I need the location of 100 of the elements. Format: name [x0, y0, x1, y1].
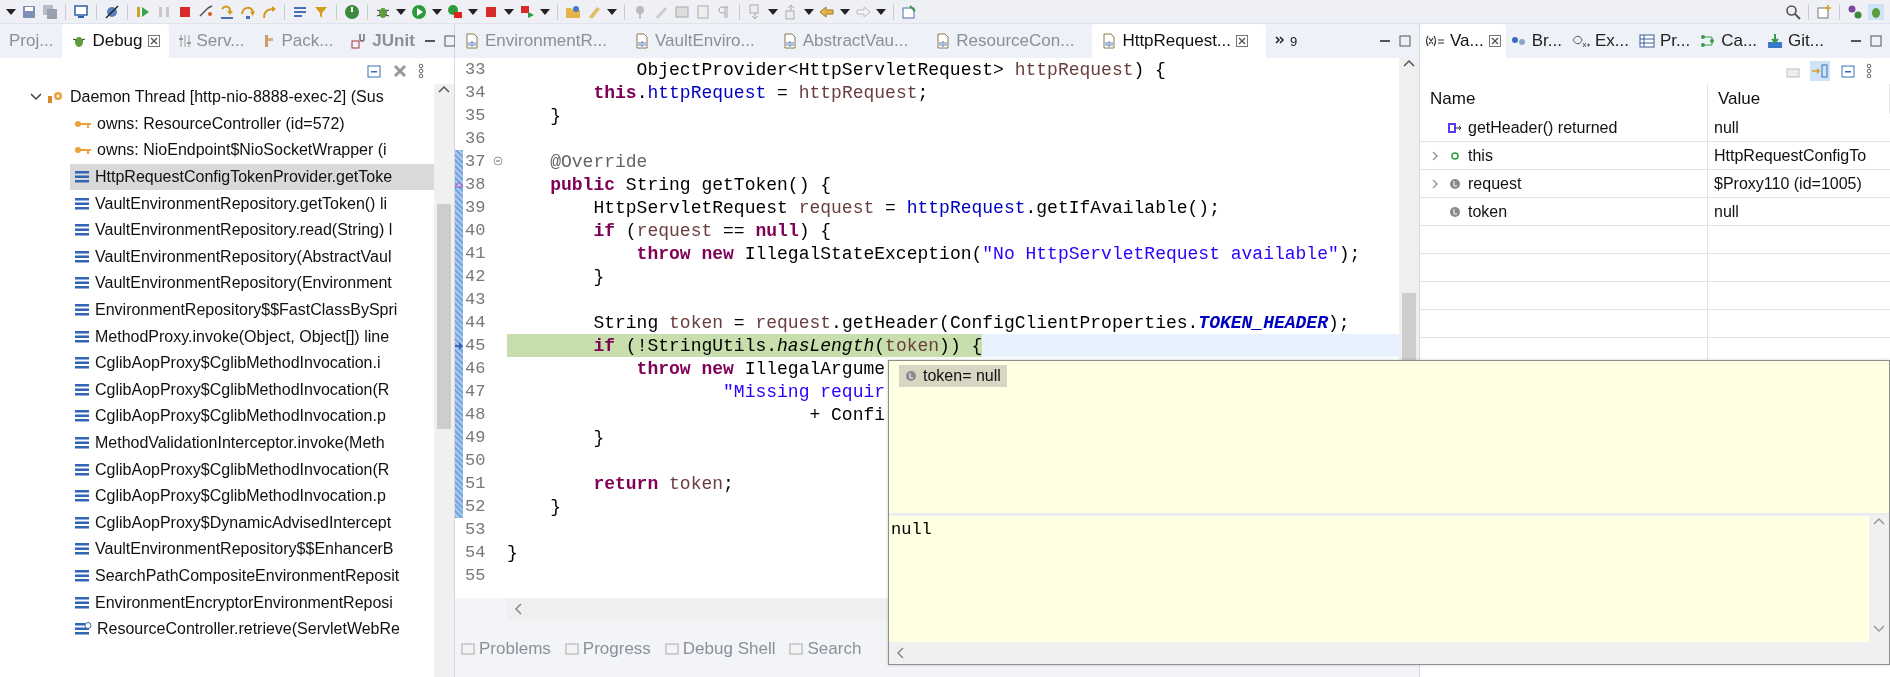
more-tabs-button[interactable]: 9 [1266, 24, 1307, 58]
caret-icon[interactable] [840, 8, 850, 15]
view-tab[interactable]: Va... [1420, 24, 1506, 58]
java-file-icon [1101, 33, 1118, 49]
back-icon[interactable] [819, 3, 835, 20]
chevron-right-icon[interactable] [1430, 178, 1440, 189]
view-tab[interactable]: Br... [1505, 24, 1567, 58]
collapse-all-icon[interactable] [366, 63, 382, 79]
caret-icon[interactable] [504, 8, 514, 15]
variable-row[interactable]: request $Proxy110 (id=1005) [1420, 170, 1890, 198]
skip-breakpoints-icon[interactable] [104, 3, 120, 20]
stack-frame-item[interactable]: CglibAopProxy$CglibMethodInvocation(R [70, 376, 434, 404]
view-tab[interactable]: Debug [62, 24, 169, 58]
stack-frame-icon [74, 303, 90, 318]
variable-row[interactable]: getHeader() returned null [1420, 114, 1890, 142]
code-line: throw new IllegalStateException("No HttpServletRequest available"); [635, 242, 1361, 265]
stack-frame-item[interactable]: CglibAopProxy$CglibMethodInvocation(R [70, 456, 434, 483]
variable-chip[interactable]: token= null [899, 365, 1007, 387]
scroll-left-icon[interactable] [895, 647, 905, 659]
scrollbar-thumb[interactable] [437, 204, 451, 429]
caret-icon[interactable] [432, 8, 442, 15]
stack-frame-item[interactable]: EnvironmentRepository$$FastClassBySpri [70, 296, 434, 324]
thread-item[interactable]: Daemon Thread [http-nio-8888-exec-2] (Sus [26, 84, 434, 111]
fold-icon[interactable] [493, 156, 503, 166]
scroll-up-icon[interactable] [438, 84, 450, 94]
save-icon[interactable] [21, 3, 37, 20]
caret-icon[interactable] [6, 8, 16, 15]
editor-tab[interactable]: HttpRequest... [1092, 24, 1267, 58]
caret-icon[interactable] [540, 8, 550, 15]
code-line: "Missing requir [722, 380, 886, 403]
chevron-down-icon[interactable] [30, 92, 42, 103]
close-icon[interactable] [1488, 35, 1501, 47]
stack-frame-item[interactable]: MethodValidationInterceptor.invoke(Meth [70, 429, 434, 457]
close-icon[interactable] [1236, 35, 1249, 47]
code-line: public String getToken() { [549, 173, 832, 196]
stack-frame-icon [74, 622, 92, 637]
tree-label: CglibAopProxy$CglibMethodInvocation(R [95, 460, 390, 479]
open-perspective-icon[interactable] [1816, 3, 1832, 20]
caret-icon[interactable] [468, 8, 478, 15]
caret-icon[interactable] [396, 8, 406, 15]
external-tools-icon[interactable] [447, 3, 463, 20]
java-file-icon [781, 33, 798, 49]
caret-icon[interactable] [768, 8, 778, 15]
pin-editor-icon[interactable] [901, 3, 917, 20]
stack-frame-icon [74, 569, 90, 583]
collapse-all-icon[interactable] [1840, 63, 1856, 79]
variable-row[interactable]: this HttpRequestConfigTo [1420, 142, 1890, 170]
stack-frame-item[interactable]: VaultEnvironmentRepository$$EnhancerB [70, 536, 434, 563]
caret-icon[interactable] [804, 8, 814, 15]
maximize-icon[interactable] [1870, 35, 1882, 47]
folder-icon[interactable] [565, 3, 581, 20]
stack-frame-item[interactable]: owns: ResourceController (id=572) [70, 110, 434, 138]
power-icon[interactable] [344, 3, 360, 20]
stack-frame-item[interactable]: ResourceController.retrieve(ServletWebRe [70, 615, 434, 643]
stack-frame-item[interactable]: VaultEnvironmentRepository.getToken() li [70, 190, 434, 217]
view-menu-icon[interactable] [1866, 63, 1872, 79]
stack-frame-item[interactable]: EnvironmentEncryptorEnvironmentReposi [70, 589, 434, 616]
java-perspective-icon[interactable] [1847, 3, 1863, 20]
save-all-icon[interactable] [42, 3, 58, 20]
stack-frame-item[interactable]: CglibAopProxy$CglibMethodInvocation.i [70, 349, 434, 377]
variable-name: token [1468, 202, 1508, 221]
view-icon [564, 642, 579, 656]
stack-frame-item[interactable]: MethodProxy.invoke(Object, Object[]) line [70, 323, 434, 350]
stack-frame-item[interactable]: VaultEnvironmentRepository(Environment [70, 270, 434, 297]
view-tab[interactable]: Git... [1762, 24, 1829, 58]
maximize-icon[interactable] [443, 35, 456, 47]
stack-frame-item[interactable]: HttpRequestConfigTokenProvider.getToke [70, 163, 434, 191]
launch-icon[interactable] [519, 3, 535, 20]
caret-icon[interactable] [876, 8, 886, 15]
view-icon [789, 642, 804, 656]
view-tab[interactable]: Ca... [1695, 24, 1763, 58]
view-tab[interactable]: Ex... [1566, 24, 1634, 58]
run-icon[interactable] [411, 3, 427, 20]
scroll-down-icon[interactable] [1873, 624, 1885, 634]
stack-frame-item[interactable]: owns: NioEndpoint$NioSocketWrapper (i [70, 137, 434, 164]
debug-perspective-icon[interactable] [1868, 3, 1884, 20]
remove-all-icon[interactable] [392, 63, 408, 79]
scroll-up-icon[interactable] [1403, 58, 1415, 68]
stack-frame-item[interactable]: VaultEnvironmentRepository(AbstractVaul [70, 243, 434, 271]
close-icon[interactable] [147, 35, 160, 47]
search-icon[interactable] [1785, 3, 1801, 20]
view-menu-icon[interactable] [418, 63, 424, 79]
value-detail: null [890, 519, 933, 541]
step-into-icon[interactable] [219, 3, 235, 20]
stack-frame-item[interactable]: CglibAopProxy$CglibMethodInvocation.p [70, 403, 434, 430]
tree-label: CglibAopProxy$DynamicAdvisedIntercept [95, 513, 392, 532]
stack-frame-item[interactable]: SearchPathCompositeEnvironmentReposit [70, 562, 434, 590]
step-return-icon[interactable] [261, 3, 277, 20]
chevron-right-icon[interactable] [1430, 150, 1440, 161]
variable-row[interactable]: token null [1420, 198, 1890, 226]
maximize-icon[interactable] [1399, 35, 1411, 47]
scroll-left-icon[interactable] [513, 603, 523, 615]
monitor-icon[interactable] [73, 3, 89, 20]
view-tab[interactable]: Pr... [1633, 24, 1696, 58]
tree-label: CglibAopProxy$CglibMethodInvocation.i [95, 354, 381, 373]
stack-frame-item[interactable]: CglibAopProxy$CglibMethodInvocation.p [70, 482, 434, 510]
caret-icon[interactable] [607, 8, 617, 15]
stack-frame-item[interactable]: VaultEnvironmentRepository.read(String) l [70, 216, 434, 244]
stack-frame-item[interactable]: CglibAopProxy$DynamicAdvisedIntercept [70, 509, 434, 537]
view-icon [461, 642, 475, 656]
